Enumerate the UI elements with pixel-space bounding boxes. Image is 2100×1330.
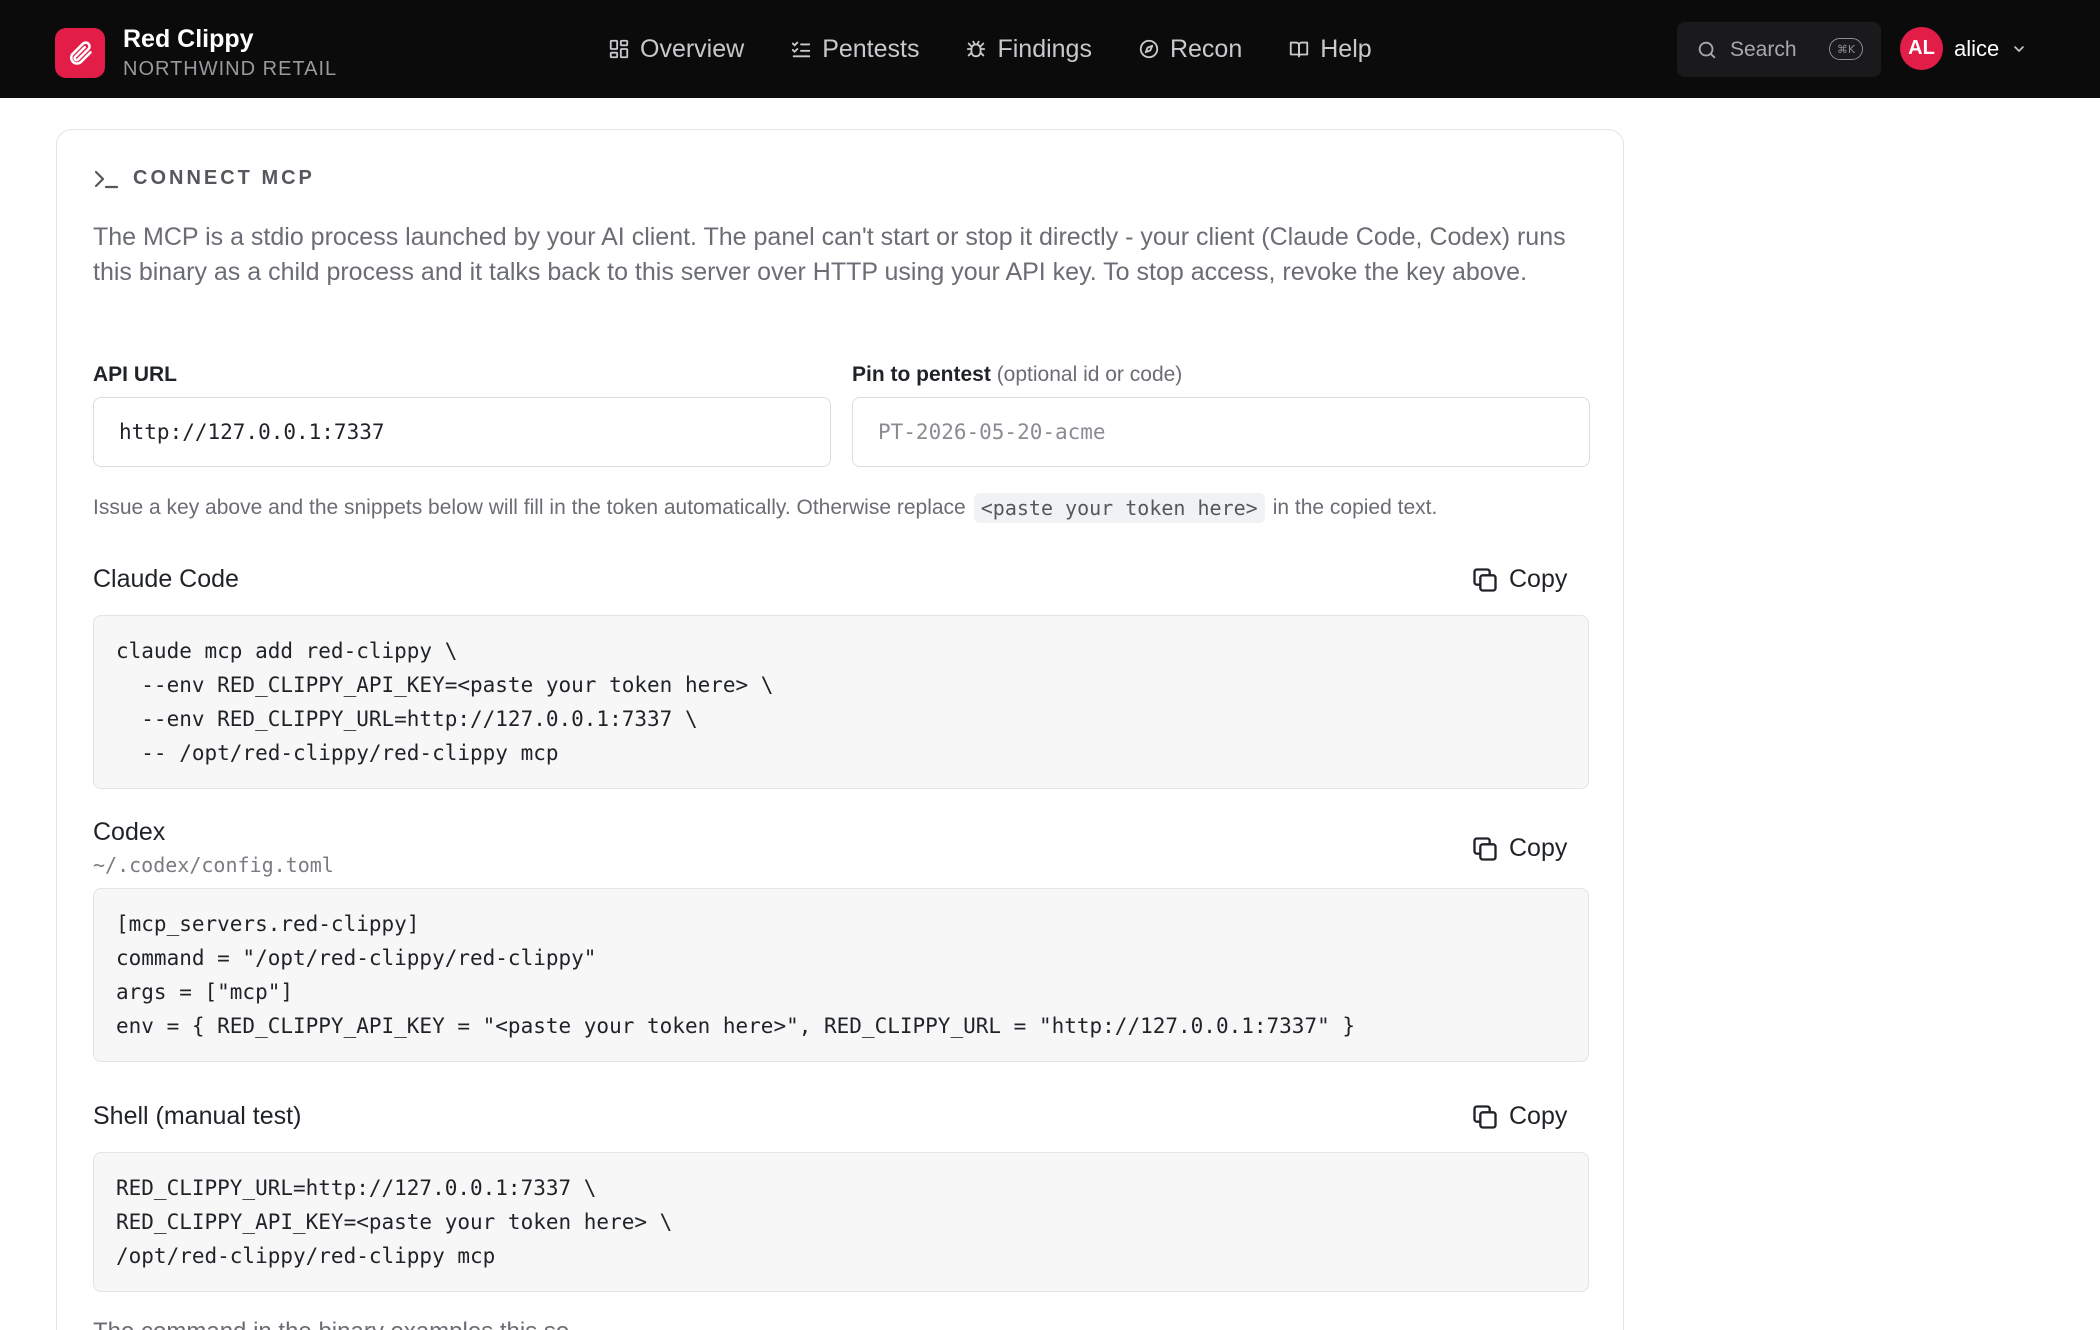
shell-title: Shell (manual test) xyxy=(93,1102,302,1130)
book-icon xyxy=(1290,41,1309,58)
nav-item-findings[interactable]: Findings xyxy=(965,35,1092,64)
bug-icon xyxy=(967,40,986,58)
code-line: --env RED_CLIPPY_URL=http://127.0.0.1:73… xyxy=(116,707,698,731)
paperclip-logo-icon xyxy=(55,28,105,78)
compass-icon xyxy=(1139,39,1159,59)
search-label: Search xyxy=(1730,37,1797,61)
main-nav: Overview Pentests Findings Recon Help xyxy=(608,0,1418,98)
avatar: AL xyxy=(1900,27,1943,70)
nav-item-label: Overview xyxy=(640,34,745,63)
nav-item-overview[interactable]: Overview xyxy=(608,35,744,64)
codex-config-path: ~/.codex/config.toml xyxy=(93,853,334,877)
nav-item-recon[interactable]: Recon xyxy=(1138,35,1242,64)
codex-snippet[interactable]: [mcp_servers.red-clippy] command = "/opt… xyxy=(93,888,1589,1062)
claude-code-title: Claude Code xyxy=(93,565,239,593)
connect-mcp-card: CONNECT MCP The MCP is a stdio process l… xyxy=(56,129,1624,1330)
copy-icon xyxy=(1473,567,1497,592)
search-button[interactable]: Search ⌘K xyxy=(1677,22,1881,77)
brand[interactable]: Red Clippy NORTHWIND RETAIL xyxy=(55,24,337,82)
codex-title: Codex xyxy=(93,818,166,846)
nav-item-label: Findings xyxy=(997,34,1092,63)
chevron-down-icon xyxy=(2014,45,2025,52)
claude-code-snippet[interactable]: claude mcp add red-clippy \ --env RED_CL… xyxy=(93,615,1589,789)
terminal-icon xyxy=(94,170,119,188)
code-line: /opt/red-clippy/red-clippy mcp xyxy=(116,1244,496,1268)
code-line: env = { RED_CLIPPY_API_KEY = "<paste you… xyxy=(116,1014,1356,1038)
code-line: -- /opt/red-clippy/red-clippy mcp xyxy=(116,741,559,765)
section-title: CONNECT MCP xyxy=(133,167,315,189)
shell-snippet[interactable]: RED_CLIPPY_URL=http://127.0.0.1:7337 \ R… xyxy=(93,1152,1589,1292)
grid-icon xyxy=(609,39,629,59)
token-hint: Issue a key above and the snippets below… xyxy=(93,493,1437,523)
description: The MCP is a stdio process launched by y… xyxy=(93,223,1566,286)
user-menu[interactable]: AL alice xyxy=(1900,27,2027,70)
nav-item-help[interactable]: Help xyxy=(1288,34,1372,64)
code-line: command = "/opt/red-clippy/red-clippy" xyxy=(116,946,597,970)
top-navbar: Red Clippy NORTHWIND RETAIL Overview Pen… xyxy=(0,0,2100,98)
org-name: NORTHWIND RETAIL xyxy=(123,58,338,80)
pin-to-pentest-input[interactable]: PT-2026-05-20-acme xyxy=(852,397,1590,467)
code-line: claude mcp add red-clippy \ xyxy=(116,639,458,663)
api-url-label: API URL xyxy=(93,363,177,386)
nav-item-pentests[interactable]: Pentests xyxy=(790,35,919,64)
code-line: args = ["mcp"] xyxy=(116,980,294,1004)
search-icon xyxy=(1698,41,1716,58)
code-line: RED_CLIPPY_API_KEY=<paste your token her… xyxy=(116,1210,673,1234)
copy-codex-button[interactable]: Copy xyxy=(1471,834,1567,863)
copy-icon xyxy=(1473,1104,1497,1129)
code-line: [mcp_servers.red-clippy] xyxy=(116,912,420,936)
brand-name: Red Clippy xyxy=(123,25,254,53)
copy-icon xyxy=(1473,836,1497,861)
pin-to-pentest-label: Pin to pentest (optional id or code) xyxy=(852,363,1183,386)
nav-item-label: Recon xyxy=(1169,34,1243,63)
user-name: alice xyxy=(1954,35,2000,61)
copy-claude-button[interactable]: Copy xyxy=(1471,565,1567,594)
api-url-input[interactable]: http://127.0.0.1:7337 xyxy=(93,397,831,467)
code-line: RED_CLIPPY_URL=http://127.0.0.1:7337 \ xyxy=(116,1176,597,1200)
token-placeholder-code: <paste your token here> xyxy=(973,493,1265,523)
code-line: --env RED_CLIPPY_API_KEY=<paste your tok… xyxy=(116,673,774,697)
nav-item-label: Help xyxy=(1320,34,1372,63)
footnote: The command in the binary examples this … xyxy=(93,1318,589,1330)
nav-item-label: Pentests xyxy=(822,34,920,63)
copy-shell-button[interactable]: Copy xyxy=(1471,1102,1567,1131)
checklist-icon xyxy=(792,41,811,58)
shortcut-badge: ⌘K xyxy=(1829,38,1863,60)
section-header: CONNECT MCP xyxy=(93,167,315,190)
